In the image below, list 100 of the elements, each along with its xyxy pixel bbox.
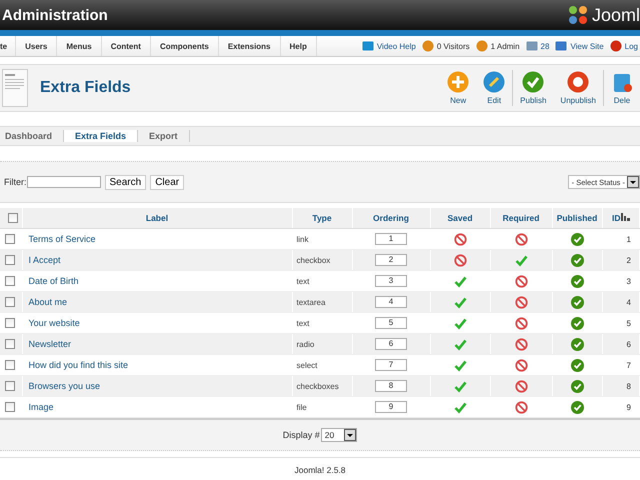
id-cell: 6	[626, 340, 631, 348]
ordering-field[interactable]: 4	[375, 296, 407, 308]
prohibited-icon[interactable]	[514, 380, 528, 392]
field-label-link[interactable]: Date of Birth	[28, 276, 79, 286]
prohibited-icon[interactable]	[514, 400, 528, 414]
ordering-field[interactable]: 2	[375, 254, 407, 266]
prohibited-icon[interactable]	[514, 338, 528, 350]
menu-item[interactable]: te	[0, 36, 16, 56]
check-icon[interactable]	[454, 274, 466, 288]
status-link[interactable]: Video Help	[376, 42, 416, 50]
row-checkbox[interactable]	[5, 381, 15, 392]
submenu-tab[interactable]: Export	[138, 130, 190, 142]
prohibited-icon[interactable]	[514, 296, 528, 308]
check-icon[interactable]	[454, 380, 466, 392]
ordering-field[interactable]: 9	[375, 401, 407, 413]
field-label-link[interactable]: Browsers you use	[28, 381, 100, 391]
row-checkbox[interactable]	[5, 318, 15, 328]
published-icon[interactable]	[570, 296, 584, 308]
display-count-dropdown[interactable]: 20	[320, 428, 358, 442]
published-icon[interactable]	[570, 274, 584, 288]
row-checkbox[interactable]	[5, 339, 15, 350]
unpublish-button[interactable]: Unpublish	[553, 71, 603, 105]
check-icon[interactable]	[454, 316, 466, 330]
filter-field[interactable]	[26, 176, 100, 188]
publish-button[interactable]: Publish	[513, 71, 554, 105]
type-cell: select	[296, 360, 318, 370]
ordering-field[interactable]: 5	[375, 317, 407, 329]
menu-item[interactable]: Help	[280, 36, 317, 56]
row-checkbox[interactable]	[5, 234, 15, 244]
delete-button[interactable]: Dele	[604, 71, 640, 105]
new-button[interactable]: New	[440, 71, 476, 105]
field-label-link[interactable]: Image	[28, 402, 54, 412]
check-icon[interactable]	[454, 338, 466, 350]
id-cell: 7	[626, 360, 631, 370]
id-cell: 1	[626, 234, 631, 244]
field-label-link[interactable]: I Accept	[28, 255, 61, 265]
check-icon[interactable]	[454, 358, 466, 372]
type-cell: checkbox	[296, 256, 330, 264]
status-link[interactable]: 0 Visitors	[436, 42, 470, 50]
status-link[interactable]: 28	[540, 42, 550, 50]
published-icon[interactable]	[570, 358, 584, 372]
field-label-link[interactable]: Newsletter	[28, 339, 72, 349]
id-cell: 9	[626, 402, 631, 412]
id-cell: 2	[626, 256, 631, 264]
search-button[interactable]: Search	[104, 174, 146, 190]
type-cell: text	[296, 276, 310, 286]
ordering-field[interactable]: 3	[375, 275, 407, 287]
row-checkbox[interactable]	[5, 276, 15, 286]
check-icon[interactable]	[454, 296, 466, 308]
menu-item[interactable]: Users	[16, 36, 58, 56]
id-cell: 4	[626, 298, 631, 306]
column-header[interactable]: Type	[312, 213, 332, 223]
clear-button[interactable]: Clear	[150, 174, 184, 190]
type-cell: textarea	[296, 298, 326, 306]
prohibited-icon[interactable]	[514, 316, 528, 330]
check-icon	[522, 71, 544, 93]
published-icon[interactable]	[570, 254, 584, 266]
field-label-link[interactable]: About me	[28, 297, 68, 307]
published-icon[interactable]	[570, 316, 584, 330]
display-label: Display #	[282, 430, 320, 440]
status-link[interactable]: 1 Admin	[490, 42, 520, 50]
ordering-field[interactable]: 1	[375, 233, 407, 245]
menu-item[interactable]: Components	[150, 36, 219, 56]
ordering-field[interactable]: 6	[375, 338, 407, 350]
status-link[interactable]: Log	[624, 42, 638, 50]
prohibited-icon[interactable]	[514, 274, 528, 288]
field-label-link[interactable]: Your website	[28, 318, 80, 328]
edit-button[interactable]: Edit	[476, 71, 512, 105]
row-checkbox[interactable]	[5, 297, 15, 308]
prohibited-icon[interactable]	[454, 254, 466, 266]
type-cell: file	[296, 402, 307, 412]
prohibited-icon[interactable]	[454, 232, 466, 246]
column-header[interactable]: Label	[146, 213, 168, 223]
published-icon[interactable]	[570, 338, 584, 350]
id-cell: 8	[626, 382, 631, 390]
check-icon[interactable]	[454, 400, 466, 414]
row-checkbox[interactable]	[5, 402, 15, 412]
ordering-field[interactable]: 8	[375, 380, 407, 392]
submenu-tab[interactable]: Extra Fields	[64, 130, 138, 142]
column-header[interactable]: ID	[612, 213, 620, 223]
prohibited-icon[interactable]	[514, 232, 528, 246]
menu-item[interactable]: Content	[102, 36, 151, 56]
row-checkbox[interactable]	[5, 360, 15, 370]
row-checkbox[interactable]	[5, 255, 15, 266]
menu-item[interactable]: Menus	[57, 36, 102, 56]
status-link[interactable]: View Site	[570, 42, 604, 50]
field-label-link[interactable]: How did you find this site	[28, 360, 128, 370]
check-icon[interactable]	[514, 254, 528, 266]
logo-text: Jooml	[592, 4, 640, 26]
published-icon[interactable]	[570, 232, 584, 246]
site-title: Administration	[1, 6, 108, 24]
published-icon[interactable]	[570, 380, 584, 392]
menu-item[interactable]: Extensions	[218, 36, 281, 56]
ordering-field[interactable]: 7	[375, 359, 407, 371]
select-all-checkbox[interactable]	[8, 213, 18, 224]
published-icon[interactable]	[570, 400, 584, 414]
page-title: Extra Fields	[40, 79, 131, 97]
sort-icon[interactable]	[620, 213, 630, 221]
field-label-link[interactable]: Terms of Service	[28, 234, 96, 244]
prohibited-icon[interactable]	[514, 358, 528, 372]
